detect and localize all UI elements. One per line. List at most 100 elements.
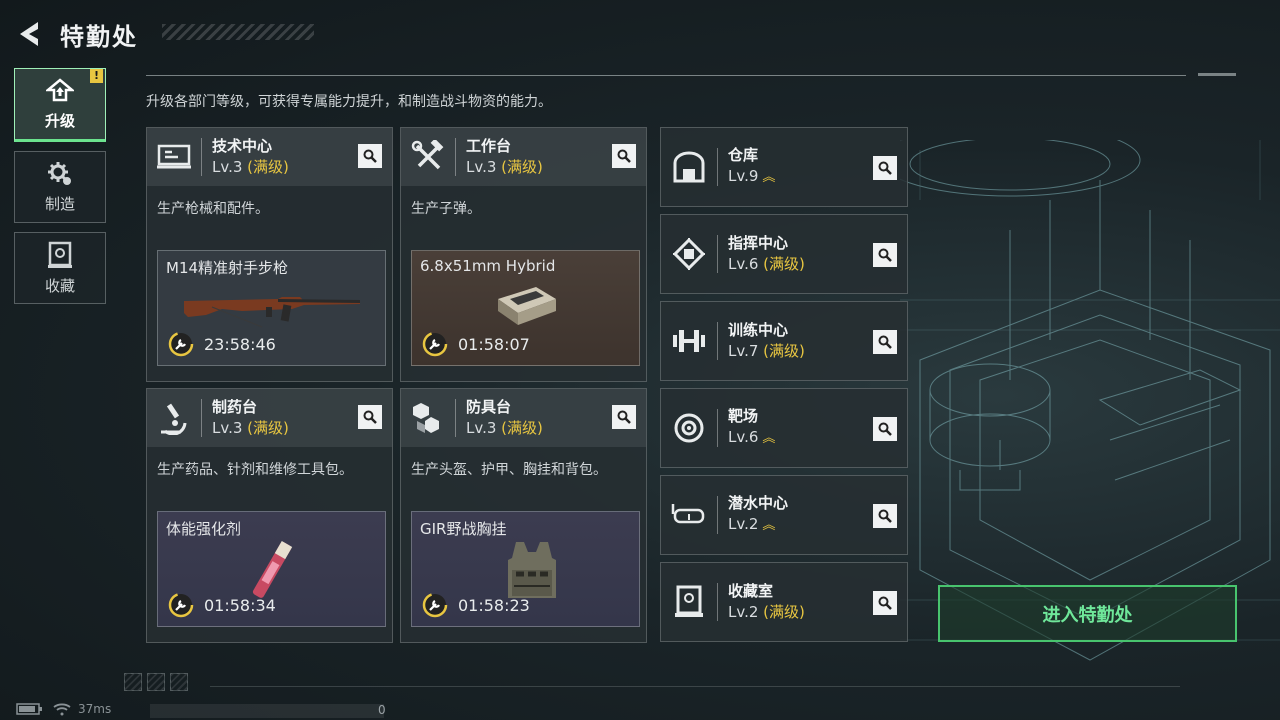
- wrench-timer-icon: [168, 331, 194, 357]
- dept-card-armory[interactable]: 防具台 Lv.3 (满级) 生产头盔、护甲、胸挂和背包。 GIR野战胸挂 01:…: [400, 388, 647, 643]
- nav-item-craft[interactable]: 制造: [14, 151, 106, 223]
- header: 特勤处: [14, 14, 314, 54]
- dept-card-pharmacy[interactable]: 制药台 Lv.3 (满级) 生产药品、针剂和维修工具包。 体能强化剂 01:58…: [146, 388, 393, 643]
- dept-name: 制药台: [212, 398, 258, 416]
- remaining-time: 01:58:34: [204, 595, 276, 615]
- dept-level: Lv.2: [728, 515, 759, 533]
- dept-card-collection-room[interactable]: 收藏室 Lv.2 (满级): [660, 562, 908, 642]
- inspect-button[interactable]: [873, 504, 897, 528]
- dept-card-tech-center[interactable]: 技术中心 Lv.3 (满级) 生产枪械和配件。 M14精准射手步枪 23:58:…: [146, 127, 393, 382]
- page-title: 特勤处: [60, 22, 138, 51]
- product-name: 体能强化剂: [166, 520, 242, 538]
- max-level-label: (满级): [763, 255, 805, 273]
- separator: [717, 148, 718, 186]
- separator: [455, 138, 456, 176]
- search-icon: [617, 410, 631, 424]
- separator: [717, 235, 718, 273]
- dept-level: Lv.9: [728, 167, 759, 185]
- dept-level: Lv.6: [728, 255, 759, 273]
- back-button[interactable]: [14, 16, 46, 52]
- remaining-time: 01:58:07: [458, 334, 530, 354]
- search-icon: [878, 335, 892, 349]
- production-slot[interactable]: 体能强化剂 01:58:34: [157, 511, 386, 627]
- collection-icon: [48, 241, 72, 268]
- dept-description: 生产头盔、护甲、胸挂和背包。: [411, 462, 607, 478]
- side-nav: ! 升级 制造 收藏: [14, 68, 106, 313]
- product-name: 6.8x51mm Hybrid: [420, 257, 556, 275]
- card-header: 制药台 Lv.3 (满级): [147, 389, 392, 447]
- inspect-button[interactable]: [873, 330, 897, 354]
- dept-name: 潜水中心: [728, 494, 789, 512]
- computer-icon: [155, 138, 193, 176]
- search-icon: [617, 149, 631, 163]
- status-bar: 37ms: [16, 702, 111, 716]
- separator: [201, 138, 202, 176]
- microscope-icon: [155, 399, 193, 437]
- blurred-info: [150, 704, 384, 718]
- production-timer: 23:58:46: [168, 331, 276, 357]
- inspect-button[interactable]: [612, 144, 636, 168]
- inspect-button[interactable]: [873, 417, 897, 441]
- divider: [146, 75, 1186, 76]
- battery-icon: [16, 703, 42, 715]
- dept-name: 靶场: [728, 407, 759, 425]
- dept-description: 生产药品、针剂和维修工具包。: [157, 462, 353, 478]
- page-subtitle: 升级各部门等级，可获得专属能力提升，和制造战斗物资的能力。: [146, 94, 552, 110]
- separator: [717, 322, 718, 360]
- title-decoration: [162, 24, 314, 40]
- inspect-button[interactable]: [358, 405, 382, 429]
- inspect-button[interactable]: [873, 156, 897, 180]
- inspect-button[interactable]: [358, 144, 382, 168]
- target-icon: [669, 408, 709, 448]
- dept-card-diving-center[interactable]: 潜水中心 Lv.2 ︽: [660, 475, 908, 555]
- remaining-time: 23:58:46: [204, 334, 276, 354]
- bottom-divider: [210, 686, 1180, 687]
- dept-description: 生产子弹。: [411, 201, 481, 217]
- enter-button[interactable]: 进入特勤处: [938, 585, 1237, 642]
- upgrade-available-icon: ︽: [762, 518, 775, 533]
- ammo-box-image: [498, 287, 556, 325]
- upgrade-available-icon: ︽: [762, 431, 775, 446]
- card-header: 技术中心 Lv.3 (满级): [147, 128, 392, 186]
- bottom-decoration: [124, 673, 193, 691]
- separator: [717, 583, 718, 621]
- dept-card-training-center[interactable]: 训练中心 Lv.7 (满级): [660, 301, 908, 381]
- cubes-icon: [409, 399, 447, 437]
- counter-value: 0: [378, 703, 386, 717]
- separator: [455, 399, 456, 437]
- dept-level: Lv.3: [466, 419, 497, 437]
- production-slot[interactable]: 6.8x51mm Hybrid 01:58:07: [411, 250, 640, 366]
- inspect-button[interactable]: [873, 591, 897, 615]
- inspect-button[interactable]: [612, 405, 636, 429]
- dept-card-warehouse[interactable]: 仓库 Lv.9 ︽: [660, 127, 908, 207]
- dept-name: 指挥中心: [728, 234, 789, 252]
- wrench-timer-icon: [422, 331, 448, 357]
- dept-level: Lv.6: [728, 428, 759, 446]
- search-icon: [363, 149, 377, 163]
- dept-level: Lv.3: [466, 158, 497, 176]
- warehouse-icon: [669, 147, 709, 187]
- production-timer: 01:58:07: [422, 331, 530, 357]
- dept-card-shooting-range[interactable]: 靶场 Lv.6 ︽: [660, 388, 908, 468]
- inspect-button[interactable]: [873, 243, 897, 267]
- upgrade-available-icon: ︽: [762, 170, 775, 185]
- max-level-label: (满级): [501, 419, 543, 437]
- production-timer: 01:58:23: [422, 592, 530, 618]
- dept-name: 防具台: [466, 398, 512, 416]
- dept-name: 仓库: [728, 146, 759, 164]
- search-icon: [878, 422, 892, 436]
- nav-item-collection[interactable]: 收藏: [14, 232, 106, 304]
- alert-badge: !: [90, 69, 103, 83]
- ping-value: 37ms: [78, 702, 112, 716]
- production-slot[interactable]: GIR野战胸挂 01:58:23: [411, 511, 640, 627]
- dept-card-command-center[interactable]: 指挥中心 Lv.6 (满级): [660, 214, 908, 294]
- back-arrow-icon: [20, 22, 38, 46]
- collection-icon: [669, 582, 709, 622]
- nav-item-upgrade[interactable]: ! 升级: [14, 68, 106, 142]
- search-icon: [878, 596, 892, 610]
- dept-level: Lv.7: [728, 342, 759, 360]
- production-slot[interactable]: M14精准射手步枪 23:58:46: [157, 250, 386, 366]
- dept-name: 工作台: [466, 137, 512, 155]
- dept-card-workbench[interactable]: 工作台 Lv.3 (满级) 生产子弹。 6.8x51mm Hybrid 01:5…: [400, 127, 647, 382]
- wifi-icon: [53, 703, 71, 716]
